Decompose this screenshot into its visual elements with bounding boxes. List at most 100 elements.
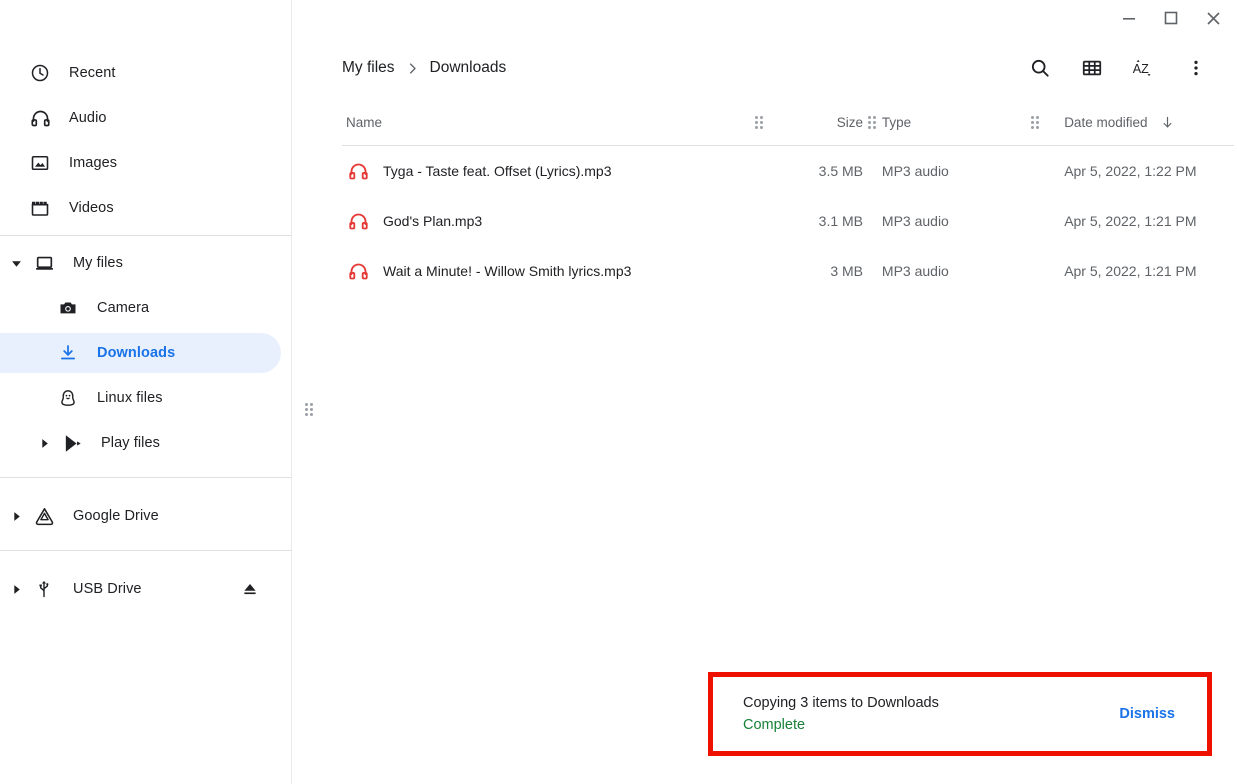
toast-text: Copying 3 items to Downloads Complete [743,695,939,733]
sort-az-icon: AZ [1133,59,1151,76]
sidebar-item-google-drive[interactable]: Google Drive [0,496,281,536]
sidebar-item-usb-drive[interactable]: USB Drive [0,569,281,609]
search-icon [1031,59,1049,77]
sidebar-item-label: USB Drive [73,581,142,597]
sidebar-item-images[interactable]: Images [0,143,281,183]
sidebar-divider [0,477,291,478]
clock-icon [28,63,52,83]
image-icon [28,153,52,173]
toast-status: Complete [743,717,806,733]
toast-title: Copying 3 items to Downloads [743,695,939,711]
breadcrumb: My files Downloads [342,59,506,77]
sidebar-resize-handle[interactable] [305,403,313,416]
file-name-cell: Tyga - Taste feat. Offset (Lyrics).mp3 [342,161,750,182]
audio-file-icon [346,211,370,232]
sidebar-item-label: Videos [69,200,114,216]
google-drive-icon [32,506,56,527]
download-icon [56,343,80,363]
chevron-right-icon[interactable] [32,438,56,449]
sidebar-item-downloads[interactable]: Downloads [0,333,281,373]
chevron-right-icon [405,61,420,76]
sidebar-item-recent[interactable]: Recent [0,53,281,93]
column-resize-handle-size[interactable] [863,116,882,129]
sidebar-item-label: Linux files [97,390,163,406]
file-name: Tyga - Taste feat. Offset (Lyrics).mp3 [383,163,612,179]
copy-progress-toast: Copying 3 items to Downloads Complete Di… [713,677,1207,751]
grip-dots-icon [305,403,313,416]
file-date-modified: Apr 5, 2022, 1:22 PM [1064,163,1197,179]
sidebar-group-my-files: My files Camera Downloads Linux files Pl… [0,243,291,463]
sidebar-item-label: My files [73,255,123,271]
sidebar-item-play-files[interactable]: Play files [0,423,281,463]
sidebar-item-my-files[interactable]: My files [0,243,281,283]
sidebar-group-usb-drive: USB Drive [0,558,291,609]
chevron-right-icon[interactable] [4,511,28,522]
file-name-cell: God's Plan.mp3 [342,211,750,232]
linux-penguin-icon [56,388,80,408]
dismiss-button[interactable]: Dismiss [1111,700,1183,728]
column-header-date-label: Date modified [1064,114,1148,130]
more-options-button[interactable] [1181,53,1211,83]
grid-view-button[interactable] [1077,53,1107,83]
column-header-size[interactable]: Size [769,115,863,130]
sidebar-item-label: Google Drive [73,508,159,524]
minimize-button[interactable] [1109,2,1149,34]
grip-dots-icon [755,116,764,129]
file-date-modified: Apr 5, 2022, 1:21 PM [1064,263,1197,279]
laptop-icon [32,253,56,274]
headphones-icon [28,108,52,129]
audio-file-icon [346,261,370,282]
file-size: 3.5 MB [818,163,864,179]
column-header-name[interactable]: Name [342,115,750,130]
audio-file-icon [346,161,370,182]
file-name: God's Plan.mp3 [383,213,483,229]
column-resize-handle-type[interactable] [1025,116,1044,129]
file-date-modified: Apr 5, 2022, 1:21 PM [1064,213,1197,229]
arrow-down-icon [1160,115,1175,130]
sidebar-item-label: Recent [69,65,116,81]
file-size: 3 MB [830,263,864,279]
minimize-icon [1123,18,1135,20]
google-play-icon [60,433,84,454]
sidebar-item-label: Downloads [97,345,176,361]
toolbar-actions: AZ [1025,53,1221,83]
column-header-type[interactable]: Type [882,115,1025,130]
file-type: MP3 audio [881,213,949,229]
sidebar-item-linux-files[interactable]: Linux files [0,378,281,418]
table-row[interactable]: God's Plan.mp3 3.1 MB MP3 audio Apr 5, 2022… [342,196,1234,246]
sidebar: Recent Audio Images Videos My files Came… [0,0,313,784]
file-name: Wait a Minute! - Willow Smith lyrics.mp3 [383,263,632,279]
camera-icon [56,298,80,318]
sort-button[interactable]: AZ [1129,53,1159,83]
sidebar-item-label: Images [69,155,118,171]
file-name-cell: Wait a Minute! - Willow Smith lyrics.mp3 [342,261,750,282]
usb-icon [32,579,56,599]
sidebar-item-camera[interactable]: Camera [0,288,281,328]
search-button[interactable] [1025,53,1055,83]
main-content: My files Downloads AZ Name Size Type Dat… [292,0,1237,784]
eject-icon[interactable] [241,580,259,598]
sidebar-divider [0,550,291,551]
breadcrumb-item-downloads[interactable]: Downloads [430,59,507,77]
sidebar-item-label: Camera [97,300,150,316]
table-row[interactable]: Wait a Minute! - Willow Smith lyrics.mp3… [342,246,1234,296]
chevron-right-icon[interactable] [4,584,28,595]
breadcrumb-item-my-files[interactable]: My files [342,59,395,77]
close-button[interactable] [1193,2,1233,34]
grid-view-icon [1082,60,1102,76]
window-controls [1109,0,1237,36]
column-header-date-modified[interactable]: Date modified [1044,115,1234,131]
file-list-header: Name Size Type Date modified [342,100,1234,146]
table-row[interactable]: Tyga - Taste feat. Offset (Lyrics).mp3 3.… [342,146,1234,196]
video-icon [28,198,52,218]
sidebar-item-audio[interactable]: Audio [0,98,281,138]
file-size: 3.1 MB [818,213,864,229]
chevron-down-icon[interactable] [4,258,28,269]
maximize-icon [1164,11,1178,25]
sidebar-item-label: Audio [69,110,107,126]
sidebar-item-videos[interactable]: Videos [0,188,281,228]
maximize-button[interactable] [1151,2,1191,34]
file-type: MP3 audio [881,263,949,279]
file-list: Tyga - Taste feat. Offset (Lyrics).mp3 3.… [292,146,1237,296]
column-resize-handle-name[interactable] [750,116,769,129]
